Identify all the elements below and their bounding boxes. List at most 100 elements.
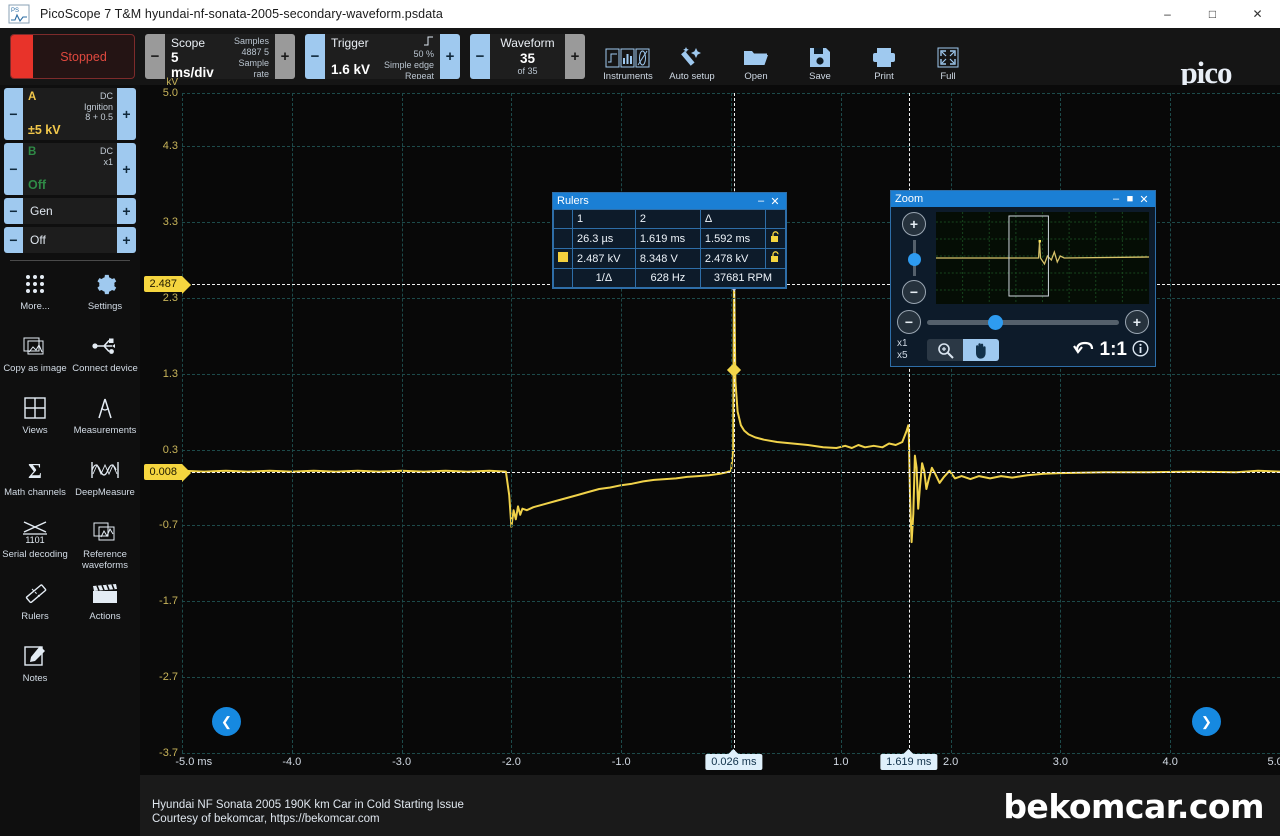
magnifier-icon[interactable] xyxy=(927,339,963,361)
sidebar-item-label: Notes xyxy=(22,673,48,684)
rulers-dialog[interactable]: Rulers – ✕ 1 2 Δ 26.3 µs 1.619 ms 1.592 … xyxy=(552,192,787,289)
minimize-button[interactable]: – xyxy=(1145,0,1190,28)
open-button[interactable]: Open xyxy=(727,32,785,82)
voltage-ruler-1-tag[interactable]: 2.487 xyxy=(144,275,191,294)
hand-icon[interactable] xyxy=(963,339,999,361)
horizontal-zoom-slider[interactable] xyxy=(927,314,1119,330)
picoscope-icon: PS xyxy=(8,4,34,24)
inverse-delta-label: 1/Δ xyxy=(572,268,636,288)
gen-state-plus-button[interactable]: + xyxy=(117,227,136,253)
timebase-minus-button[interactable]: − xyxy=(145,34,165,79)
trigger-label: Trigger xyxy=(331,36,369,50)
reference-waveform-icon xyxy=(93,519,117,545)
sidebar-item-label: Settings xyxy=(87,301,123,312)
rulers-dialog-titlebar[interactable]: Rulers – ✕ xyxy=(553,193,786,209)
sidebar-item-settings[interactable]: Settings xyxy=(70,267,140,327)
zoom-reset-group[interactable]: 1:1 xyxy=(1072,339,1149,361)
svg-text:PS: PS xyxy=(11,8,19,14)
sidebar-item-more[interactable]: More... xyxy=(0,267,70,327)
horizontal-zoom-knob[interactable] xyxy=(988,314,1004,330)
vertical-zoom-control[interactable]: + − xyxy=(897,212,931,304)
vertical-zoom-knob[interactable] xyxy=(907,252,921,266)
channel-a-name: A xyxy=(28,91,37,103)
gen-plus-button[interactable]: + xyxy=(117,198,136,224)
sidebar-item-rulers[interactable]: Rulers xyxy=(0,577,70,637)
channel-b-group[interactable]: − B DC x1 Off + xyxy=(4,143,136,195)
waveform-icon xyxy=(91,457,119,483)
channel-b-coupling: DC xyxy=(100,146,113,156)
previous-waveform-button[interactable]: ❮ xyxy=(212,707,241,736)
rulers-header-1: 1 xyxy=(572,209,636,229)
next-waveform-button[interactable]: ❯ xyxy=(1192,707,1221,736)
waveform-number: 35 xyxy=(519,50,536,66)
zoom-dialog[interactable]: Zoom – ■ ✕ + − − + x1 x5 1:1 xyxy=(890,190,1156,367)
sidebar-item-measurements[interactable]: Measurements xyxy=(70,391,140,451)
vertical-zoom-slider[interactable] xyxy=(907,240,921,276)
gen-label: Gen xyxy=(30,204,53,218)
x-axis-tick-label: -1.0 xyxy=(611,756,631,768)
zoom-overview-preview[interactable] xyxy=(936,212,1149,304)
zoom-factor-y: x5 xyxy=(897,350,908,361)
trigger-minus-button[interactable]: − xyxy=(305,34,325,79)
instruments-button[interactable]: Instruments xyxy=(599,32,657,82)
sidebar-item-deepmeasure[interactable]: DeepMeasure xyxy=(70,453,140,513)
zoom-minimize-button[interactable]: – xyxy=(1109,193,1123,205)
horizontal-zoom-control[interactable]: − + xyxy=(891,310,1155,336)
channel-a-minus-button[interactable]: − xyxy=(4,88,23,140)
sidebar-item-math-channels[interactable]: Σ Math channels xyxy=(0,453,70,513)
zoom-out-button[interactable]: − xyxy=(902,280,926,304)
gen-state-row[interactable]: − Off + xyxy=(4,227,136,253)
maximize-button[interactable]: □ xyxy=(1190,0,1235,28)
sidebar-item-reference-waveforms[interactable]: Reference waveforms xyxy=(70,515,140,575)
zoom-close-button[interactable]: ✕ xyxy=(1137,193,1151,206)
sidebar-item-serial-decoding[interactable]: 1101 Serial decoding xyxy=(0,515,70,575)
info-icon[interactable] xyxy=(1132,340,1149,360)
rulers-close-button[interactable]: ✕ xyxy=(768,195,782,208)
serial-1101-icon: 1101 xyxy=(20,519,50,545)
auto-setup-button[interactable]: Auto setup xyxy=(663,32,721,82)
channel-b-plus-button[interactable]: + xyxy=(117,143,136,195)
sidebar-item-actions[interactable]: Actions xyxy=(70,577,140,637)
waveform-next-button[interactable]: + xyxy=(565,34,585,79)
sidebar-item-label: Views xyxy=(22,425,48,436)
channel-a-group[interactable]: − A DC Ignition 8 + 0.5 ±5 kV + xyxy=(4,88,136,140)
undo-icon[interactable] xyxy=(1072,340,1095,360)
time-ruler-1-tag[interactable]: 0.026 ms xyxy=(705,749,763,770)
gen-minus-button[interactable]: − xyxy=(4,198,23,224)
rulers-minimize-button[interactable]: – xyxy=(754,195,768,207)
channel-a-plus-button[interactable]: + xyxy=(117,88,136,140)
time-ruler-lock-icon[interactable] xyxy=(765,228,786,249)
save-button[interactable]: Save xyxy=(791,32,849,82)
time-ruler-2-tag[interactable]: 1.619 ms xyxy=(880,749,938,770)
signal-generator-row[interactable]: − Gen + xyxy=(4,198,136,224)
sidebar-item-copy-as-image[interactable]: Copy as image xyxy=(0,329,70,389)
sidebar-item-connect-device[interactable]: Connect device xyxy=(70,329,140,389)
trigger-plus-button[interactable]: + xyxy=(440,34,460,79)
zoom-restore-button[interactable]: ■ xyxy=(1123,193,1137,205)
horizontal-zoom-in-button[interactable]: + xyxy=(1125,310,1149,334)
sidebar-item-notes[interactable]: Notes xyxy=(0,639,70,699)
voltage-row-swatch xyxy=(553,248,573,269)
channel-b-minus-button[interactable]: − xyxy=(4,143,23,195)
close-button[interactable]: ✕ xyxy=(1235,0,1280,28)
zoom-in-button[interactable]: + xyxy=(902,212,926,236)
y-axis-unit-label: kV xyxy=(166,77,178,88)
zoom-dialog-titlebar[interactable]: Zoom – ■ ✕ xyxy=(891,191,1155,207)
full-screen-button[interactable]: Full xyxy=(919,32,977,82)
sidebar-item-views[interactable]: Views xyxy=(0,391,70,451)
voltage-ruler-lock-icon[interactable] xyxy=(765,248,786,269)
scope-timebase-group: − Scope 5 ms/div Samples 4887 5 Sample r… xyxy=(145,34,295,79)
waveform-prev-button[interactable]: − xyxy=(470,34,490,79)
rulers-table: 1 2 Δ 26.3 µs 1.619 ms 1.592 ms 2.487 kV… xyxy=(553,209,787,288)
gen-state-minus-button[interactable]: − xyxy=(4,227,23,253)
voltage-ruler-2-tag[interactable]: 0.008 xyxy=(144,463,191,482)
samples-value: 4887 5 xyxy=(241,47,269,57)
notes-panel[interactable]: Hyundai NF Sonata 2005 190K km Car in Co… xyxy=(152,798,464,826)
rulers-dialog-title: Rulers xyxy=(557,195,589,207)
voltage-ruler-2-line[interactable] xyxy=(182,471,1280,473)
run-stop-button[interactable]: Stopped xyxy=(10,34,135,79)
zoom-mode-buttons[interactable] xyxy=(927,339,999,361)
horizontal-zoom-out-button[interactable]: − xyxy=(897,310,921,334)
print-button[interactable]: Print xyxy=(855,32,913,82)
timebase-plus-button[interactable]: + xyxy=(275,34,295,79)
